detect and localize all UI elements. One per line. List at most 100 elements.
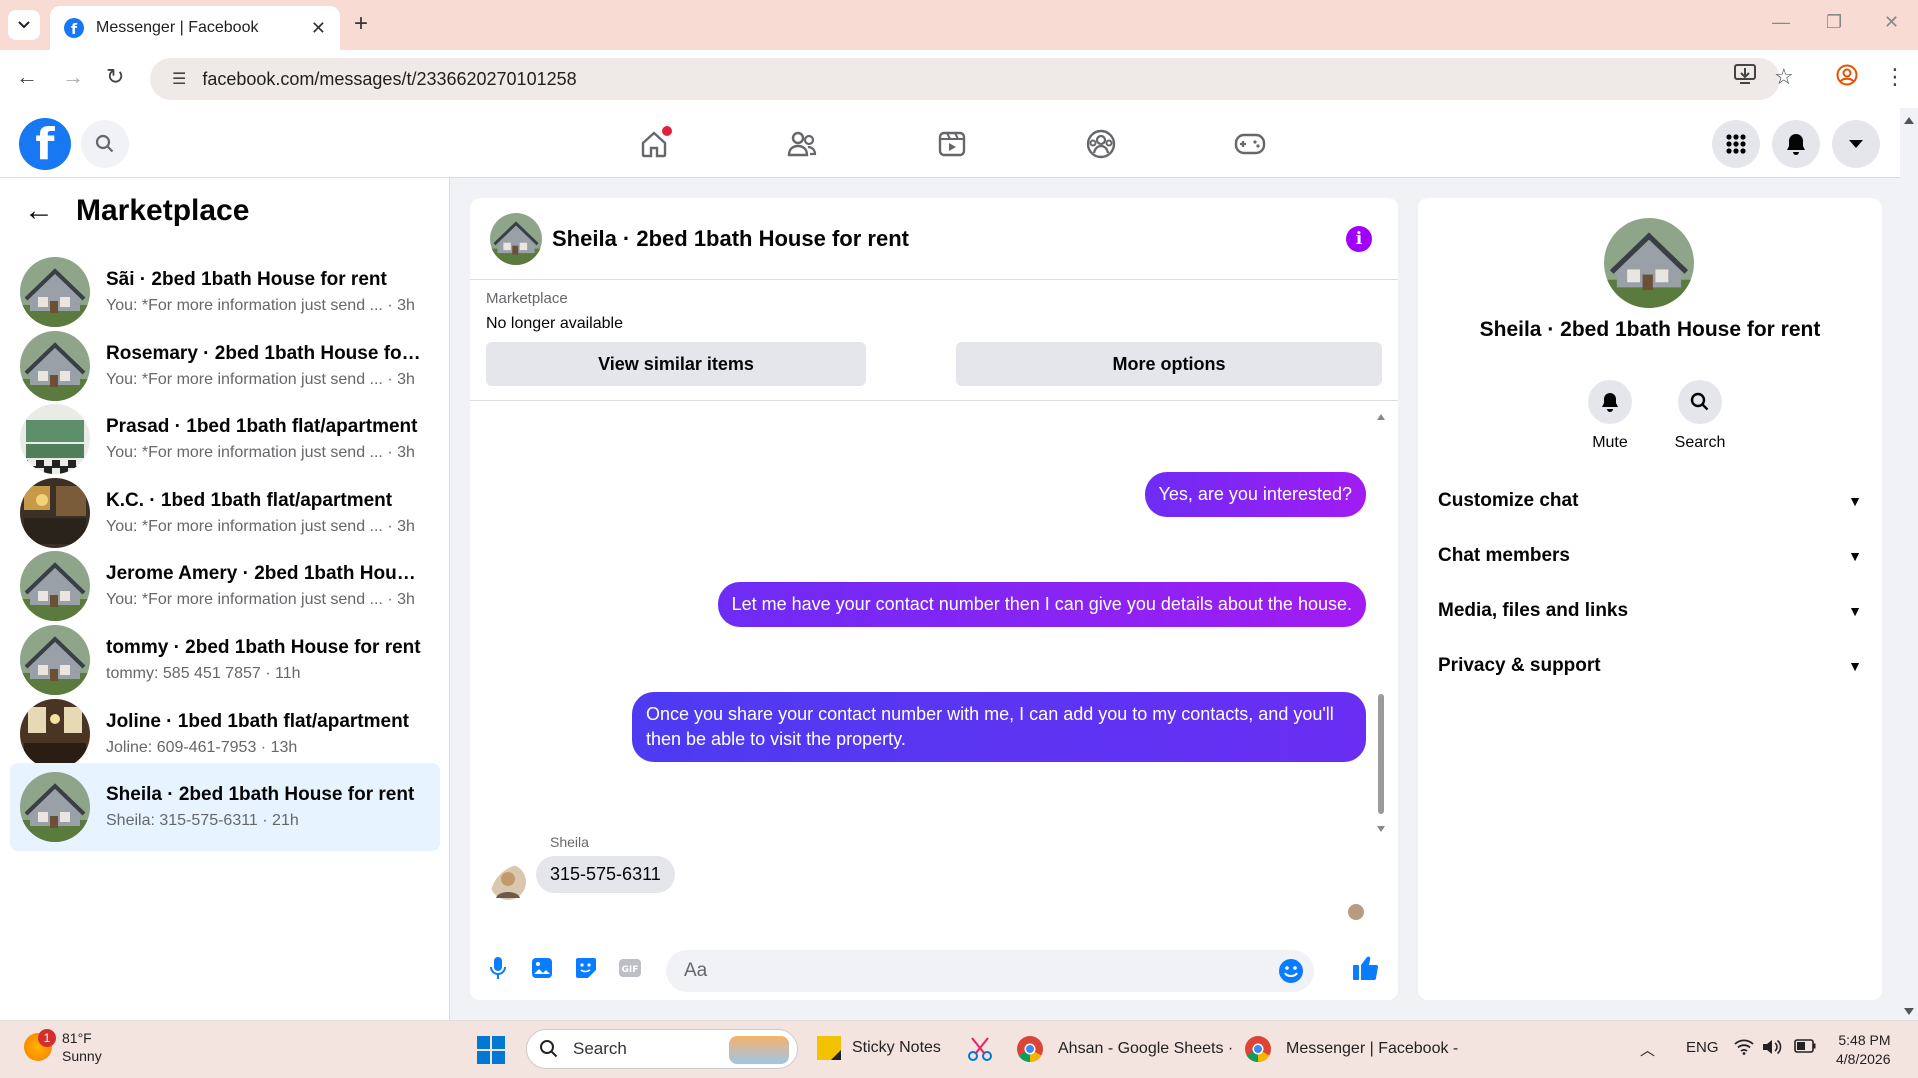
notifications-button[interactable]: [1772, 120, 1820, 168]
system-clock[interactable]: 5:48 PM 4/8/2026: [1836, 1031, 1891, 1069]
conversation-item[interactable]: Sheila · 2bed 1bath House for rent Sheila…: [10, 763, 440, 852]
nav-home[interactable]: [634, 124, 674, 164]
outgoing-message[interactable]: Yes, are you interested?: [1144, 472, 1366, 517]
microphone-icon[interactable]: [484, 954, 512, 982]
section-label: Chat members: [1438, 545, 1570, 566]
conversation-time: · 3h: [387, 297, 415, 314]
outgoing-message[interactable]: Let me have your contact number then I c…: [717, 582, 1366, 627]
conversation-preview-text: Sheila: 315-575-6311: [106, 812, 258, 830]
forward-arrow-icon[interactable]: →: [62, 64, 84, 90]
emoji-icon[interactable]: [1278, 958, 1304, 990]
view-similar-items-button[interactable]: View similar items: [486, 342, 866, 386]
tab-search-dropdown[interactable]: [8, 10, 40, 40]
browser-tab-messenger[interactable]: f Messenger | Facebook ✕: [50, 6, 340, 50]
bookmark-star-icon[interactable]: ☆: [1774, 64, 1794, 90]
sun-icon: 1: [24, 1029, 56, 1061]
friends-icon: [787, 131, 817, 157]
language-indicator[interactable]: ENG: [1686, 1039, 1719, 1056]
profile-icon[interactable]: [1836, 64, 1858, 92]
incoming-message[interactable]: 315-575-6311: [536, 856, 675, 893]
nav-friends[interactable]: [782, 124, 822, 164]
message-input[interactable]: Aa: [666, 950, 1314, 992]
conversation-preview-text: tommy: 585 451 7857: [106, 665, 261, 682]
photo-icon[interactable]: [528, 954, 556, 982]
back-arrow-icon[interactable]: ←: [16, 64, 38, 90]
conversation-preview-text: You: *For more information just send ...: [106, 444, 383, 462]
battery-icon[interactable]: [1794, 1039, 1816, 1057]
chat-title[interactable]: Sheila · 2bed 1bath House for rent: [552, 226, 909, 252]
conversation-time: · 21h: [262, 812, 299, 830]
bell-icon: [1602, 393, 1618, 412]
search-label: Search: [1674, 434, 1726, 451]
search-in-chat-button[interactable]: Search: [1670, 380, 1730, 452]
conversation-thumbnail: [20, 257, 90, 327]
media-files-links-section[interactable]: Media, files and links ▼: [1438, 596, 1862, 626]
taskbar-chrome-sheets[interactable]: Ahsan - Google Sheets ·: [1016, 1035, 1233, 1063]
search-icon: [540, 1040, 558, 1058]
conversation-time: · 3h: [387, 370, 415, 388]
tray-overflow-icon[interactable]: ︿: [1640, 1039, 1655, 1060]
chat-avatar[interactable]: [490, 212, 542, 265]
conversation-time: · 3h: [387, 517, 415, 535]
conversation-name: tommy · 2bed 1bath House for rent: [106, 637, 421, 658]
account-button[interactable]: [1832, 120, 1880, 168]
back-arrow-icon[interactable]: ←: [24, 194, 54, 228]
chat-scrollbar[interactable]: [1374, 408, 1388, 920]
browser-menu-icon[interactable]: ⋮: [1884, 64, 1906, 90]
mute-button[interactable]: Mute: [1580, 380, 1640, 452]
volume-icon[interactable]: [1762, 1039, 1782, 1059]
nav-groups[interactable]: [1081, 124, 1121, 164]
taskbar-search[interactable]: Search: [526, 1029, 798, 1069]
menu-button[interactable]: [1712, 120, 1760, 168]
conversation-preview-text: You: *For more information just send ...: [106, 297, 383, 314]
video-icon: [938, 131, 966, 157]
more-options-button[interactable]: More options: [956, 342, 1382, 386]
customize-chat-section[interactable]: Customize chat ▼: [1438, 486, 1862, 516]
conversation-preview-text: You: *For more information just send ...: [106, 591, 383, 609]
clock-time: 5:48 PM: [1838, 1032, 1891, 1048]
facebook-logo-icon[interactable]: f: [19, 118, 71, 170]
start-button[interactable]: [476, 1035, 506, 1065]
marketplace-title: Marketplace: [76, 194, 250, 227]
site-settings-icon[interactable]: ☰: [172, 69, 186, 89]
privacy-support-section[interactable]: Privacy & support ▼: [1438, 651, 1862, 681]
conversation-preview: Joline: 609-461-7953 · 13h: [106, 739, 426, 757]
chat-members-section[interactable]: Chat members ▼: [1438, 541, 1862, 571]
sender-name: Sheila: [550, 834, 589, 850]
like-thumb-icon[interactable]: [1352, 954, 1380, 982]
conversation-name: Jerome Amery · 2bed 1bath House...: [106, 563, 426, 585]
install-app-icon[interactable]: [1734, 64, 1756, 90]
windows-logo-icon: [477, 1036, 505, 1064]
outgoing-message[interactable]: Once you share your contact number with …: [632, 692, 1366, 762]
sticker-icon[interactable]: [572, 954, 600, 982]
page-scrollbar[interactable]: [1902, 114, 1916, 1018]
taskbar-snipping-tool[interactable]: [966, 1035, 994, 1063]
chevron-down-icon: ▼: [1848, 603, 1862, 619]
nav-gaming[interactable]: [1230, 124, 1270, 164]
taskbar-chrome-messenger[interactable]: Messenger | Facebook -: [1244, 1035, 1458, 1063]
section-label: Privacy & support: [1438, 655, 1601, 676]
svg-text:GIF: GIF: [622, 965, 639, 975]
weather-widget[interactable]: 1 81°F Sunny: [24, 1029, 102, 1065]
restore-icon[interactable]: ❐: [1826, 12, 1842, 33]
read-receipt-avatar: [1348, 904, 1364, 920]
nav-video[interactable]: [932, 124, 972, 164]
conversation-thumbnail: [20, 772, 90, 843]
temperature: 81°F: [62, 1030, 92, 1046]
minimize-icon[interactable]: —: [1772, 12, 1790, 33]
new-tab-icon[interactable]: +: [354, 10, 368, 38]
mute-label: Mute: [1592, 434, 1628, 451]
details-title: Sheila · 2bed 1bath House for rent: [1479, 318, 1821, 341]
window-close-icon[interactable]: ✕: [1884, 12, 1899, 33]
close-tab-icon[interactable]: ✕: [311, 18, 326, 39]
taskbar-sticky-notes[interactable]: Sticky Notes: [816, 1035, 941, 1061]
message-composer: GIF Aa: [470, 940, 1398, 1000]
info-icon[interactable]: i: [1346, 226, 1372, 252]
tab-title: Messenger | Facebook: [96, 19, 259, 36]
gif-icon[interactable]: GIF: [616, 954, 644, 982]
facebook-search-button[interactable]: [81, 120, 129, 168]
address-bar[interactable]: ☰ facebook.com/messages/t/23366202701012…: [150, 58, 1780, 100]
reload-icon[interactable]: ↻: [106, 64, 124, 90]
details-avatar[interactable]: [1604, 218, 1694, 308]
wifi-icon[interactable]: [1734, 1039, 1754, 1059]
